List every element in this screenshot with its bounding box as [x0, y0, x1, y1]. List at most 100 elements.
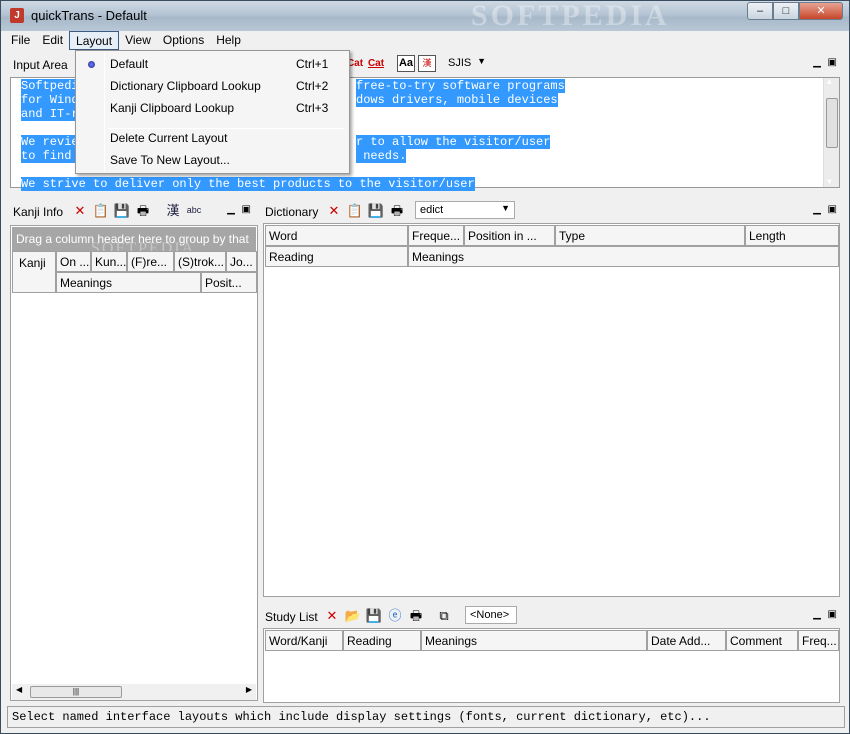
col-meanings[interactable]: Meanings [56, 272, 201, 293]
menu-help[interactable]: Help [210, 31, 247, 50]
chevron-down-icon: ▼ [477, 56, 486, 66]
print-icon[interactable]: 🖶 [407, 607, 425, 624]
col-reading[interactable]: Reading [265, 246, 408, 267]
save-icon[interactable]: 💾 [367, 202, 385, 219]
encoding-select[interactable]: SJIS ▼ [444, 55, 490, 73]
pin-icon[interactable]: ▁ ▣ [813, 609, 839, 620]
save-layout-item[interactable]: Save To New Layout... [78, 149, 347, 171]
encoding-value: SJIS [448, 57, 472, 69]
layout-kanji-clipboard-item[interactable]: Kanji Clipboard Lookup Ctrl+3 [78, 97, 347, 119]
delete-icon[interactable]: ✕ [71, 202, 89, 219]
kanji-info-header: Kanji Info ✕ 📋 💾 🖶 漢 abc ▁ ▣ [7, 200, 257, 222]
text-line-3a: and IT-r [21, 107, 79, 121]
text-line-6a: to find [21, 149, 79, 163]
study-list-header: Study List ✕ 📂 💾 ⓔ 🖶 ⧉ <None> ▁ ▣ [259, 605, 845, 627]
window-title: quickTrans - Default [31, 8, 147, 23]
text-line-1b: free-to-try software programs [356, 79, 565, 93]
dictionary-title: Dictionary [265, 205, 319, 219]
pin-icon[interactable]: ▁ ▣ [813, 204, 839, 215]
menu-options[interactable]: Options [157, 31, 210, 50]
col-kanji[interactable]: Kanji [12, 251, 56, 293]
save-icon[interactable]: 💾 [365, 607, 383, 624]
radio-dot-icon [88, 61, 95, 68]
app-window: SOFTPEDIA J quickTrans - Default – □ ✕ F… [0, 0, 850, 734]
minimize-button[interactable]: – [747, 2, 773, 20]
menu-edit[interactable]: Edit [36, 31, 69, 50]
abc-icon[interactable]: abc [185, 202, 203, 219]
layout-dictionary-clipboard-item[interactable]: Dictionary Clipboard Lookup Ctrl+2 [78, 75, 347, 97]
col-reading[interactable]: Reading [343, 630, 421, 651]
paste-icon[interactable]: 📋 [346, 202, 364, 219]
text-line-5b: r to allow the visitor/user [356, 135, 551, 149]
print-icon[interactable]: 🖶 [388, 202, 406, 219]
col-jouyou[interactable]: Jo... [226, 251, 257, 272]
col-frequency[interactable]: (F)re... [127, 251, 174, 272]
col-word[interactable]: Word [265, 225, 408, 246]
scroll-left-icon[interactable]: ◀ [16, 685, 22, 694]
save-icon[interactable]: 💾 [113, 202, 131, 219]
kanji-grid-icon[interactable]: 漢 [418, 55, 436, 72]
delete-layout-item[interactable]: Delete Current Layout [78, 127, 347, 149]
print-icon[interactable]: 🖶 [134, 202, 152, 219]
pin-icon[interactable]: ▁ ▣ [813, 57, 839, 68]
col-length[interactable]: Length [745, 225, 839, 246]
app-icon: J [10, 8, 24, 23]
text-line-2a: for Wind [21, 93, 79, 107]
study-filter-select[interactable]: <None> [465, 606, 517, 624]
open-folder-icon[interactable]: 📂 [344, 607, 362, 624]
col-strokes[interactable]: (S)trok... [174, 251, 226, 272]
col-on[interactable]: On ... [56, 251, 91, 272]
col-meanings[interactable]: Meanings [408, 246, 839, 267]
menu-bar: File Edit Layout View Options Help [5, 31, 247, 51]
layout-default-item[interactable]: Default Ctrl+1 [78, 53, 347, 75]
col-word-kanji[interactable]: Word/Kanji [265, 630, 343, 651]
col-position[interactable]: Posit... [201, 272, 257, 293]
title-bar: SOFTPEDIA J quickTrans - Default – □ ✕ [1, 1, 849, 32]
kanji-hscrollbar[interactable]: ◀ ||| ▶ [12, 684, 256, 700]
scroll-up-icon[interactable]: ▲ [827, 78, 832, 87]
close-button[interactable]: ✕ [799, 2, 843, 20]
dictionary-header: Dictionary ✕ 📋 💾 🖶 edict ▼ ▁ ▣ [259, 200, 845, 222]
scroll-thumb[interactable]: ||| [30, 686, 122, 698]
maximize-button[interactable]: □ [773, 2, 799, 20]
scroll-thumb[interactable] [826, 98, 838, 148]
col-date-added[interactable]: Date Add... [647, 630, 726, 651]
text-line-8: We strive to deliver only the best produ… [21, 177, 475, 191]
text-line-5a: We revie [21, 135, 79, 149]
study-list-grid: Word/Kanji Reading Meanings Date Add... … [263, 628, 840, 703]
col-comment[interactable]: Comment [726, 630, 798, 651]
scroll-right-icon[interactable]: ▶ [246, 685, 252, 694]
kanji-grid: Drag a column header here to group by th… [10, 225, 258, 701]
study-filter-value: <None> [470, 609, 510, 621]
dictionary-select[interactable]: edict ▼ [415, 201, 515, 219]
text-line-1a: Softpedi [21, 79, 79, 93]
paste-icon[interactable]: 📋 [92, 202, 110, 219]
text-line-2b: dows drivers, mobile devices [356, 93, 558, 107]
input-vscrollbar[interactable]: ▲ ▼ [823, 78, 839, 187]
font-icon[interactable]: Aa [397, 55, 415, 72]
col-frequency[interactable]: Freq... [798, 630, 839, 651]
layout-dropdown-menu: Default Ctrl+1 Dictionary Clipboard Look… [75, 50, 350, 174]
cat-icon-2[interactable]: Cat [367, 55, 385, 72]
menu-view[interactable]: View [119, 31, 157, 50]
status-bar: Select named interface layouts which inc… [7, 706, 845, 728]
menu-layout[interactable]: Layout [69, 31, 120, 50]
dictionary-value: edict [420, 204, 444, 216]
kanji-info-title: Kanji Info [13, 205, 64, 219]
kanji-lookup-icon[interactable]: 漢 [164, 202, 182, 219]
col-kun[interactable]: Kun... [91, 251, 127, 272]
delete-icon[interactable]: ✕ [325, 202, 343, 219]
col-type[interactable]: Type [555, 225, 745, 246]
col-meanings[interactable]: Meanings [421, 630, 647, 651]
copy-icon[interactable]: ⧉ [435, 607, 453, 624]
pin-icon[interactable]: ▁ ▣ [227, 204, 253, 215]
col-position[interactable]: Position in ... [464, 225, 555, 246]
input-area-title: Input Area [13, 58, 68, 72]
browser-icon[interactable]: ⓔ [386, 607, 404, 624]
scroll-down-icon[interactable]: ▼ [827, 178, 832, 187]
dictionary-grid: Word Freque... Position in ... Type Leng… [263, 223, 840, 597]
delete-icon[interactable]: ✕ [323, 607, 341, 624]
menu-file[interactable]: File [5, 31, 36, 50]
col-frequency[interactable]: Freque... [408, 225, 464, 246]
study-list-title: Study List [265, 610, 318, 624]
